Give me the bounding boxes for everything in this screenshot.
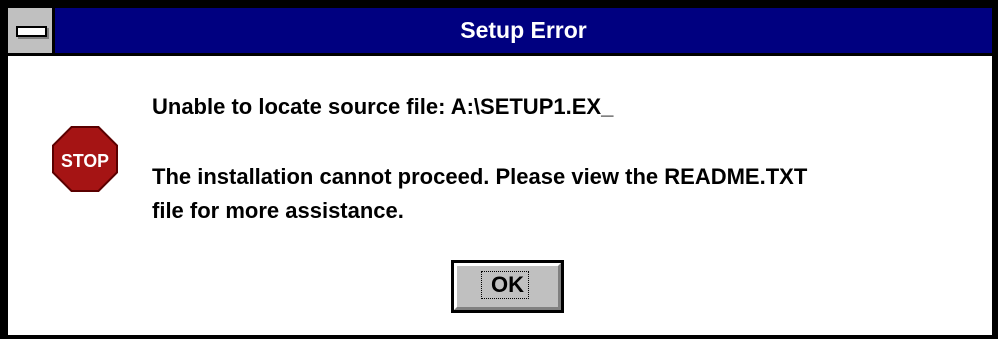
setup-error-dialog: Setup Error STOP Unable to locate source… (0, 0, 998, 339)
error-message-line: The installation cannot proceed. Please … (152, 164, 808, 189)
error-message-line: file for more assistance. (152, 198, 404, 223)
system-menu-icon (16, 26, 47, 37)
stop-icon: STOP (52, 126, 118, 192)
system-menu-button[interactable] (8, 8, 55, 53)
ok-button-label: OK (491, 272, 524, 297)
error-message-source-file: Unable to locate source file: A:\SETUP1.… (152, 94, 614, 119)
ok-button[interactable]: OK (451, 260, 564, 313)
window-title: Setup Error (460, 17, 587, 43)
title-bar[interactable]: Setup Error (8, 8, 992, 56)
stop-icon-label: STOP (61, 151, 109, 171)
